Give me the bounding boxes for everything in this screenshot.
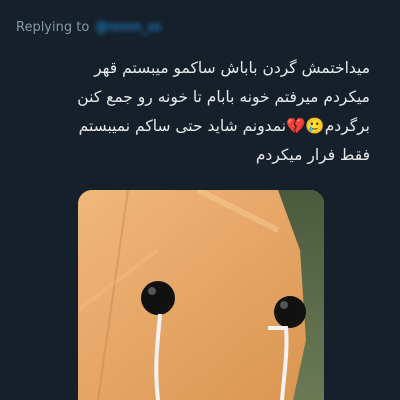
tweet-line: میکردم میرفتم خونه بابام تا خونه رو جمع … <box>77 88 370 106</box>
wooden-face-earphones-image <box>78 190 324 400</box>
tweet-line: برگردم🥲💔نمدونم شاید حتی ساکم نمیبستم <box>78 117 370 135</box>
tweet-media-image[interactable] <box>78 190 324 400</box>
replying-to-label: Replying to <box>16 20 90 35</box>
tweet-line: فقط فرار میکردم <box>255 146 370 164</box>
tweet-line: میداختمش گردن باباش ساکمو میبستم قهر <box>94 59 370 77</box>
reply-handle-link[interactable]: @nnnn_ss <box>95 20 161 35</box>
replying-to-row: Replying to @nnnn_ss <box>16 20 161 35</box>
tweet-text: میداختمش گردن باباش ساکمو میبستم قهر میک… <box>20 54 370 170</box>
